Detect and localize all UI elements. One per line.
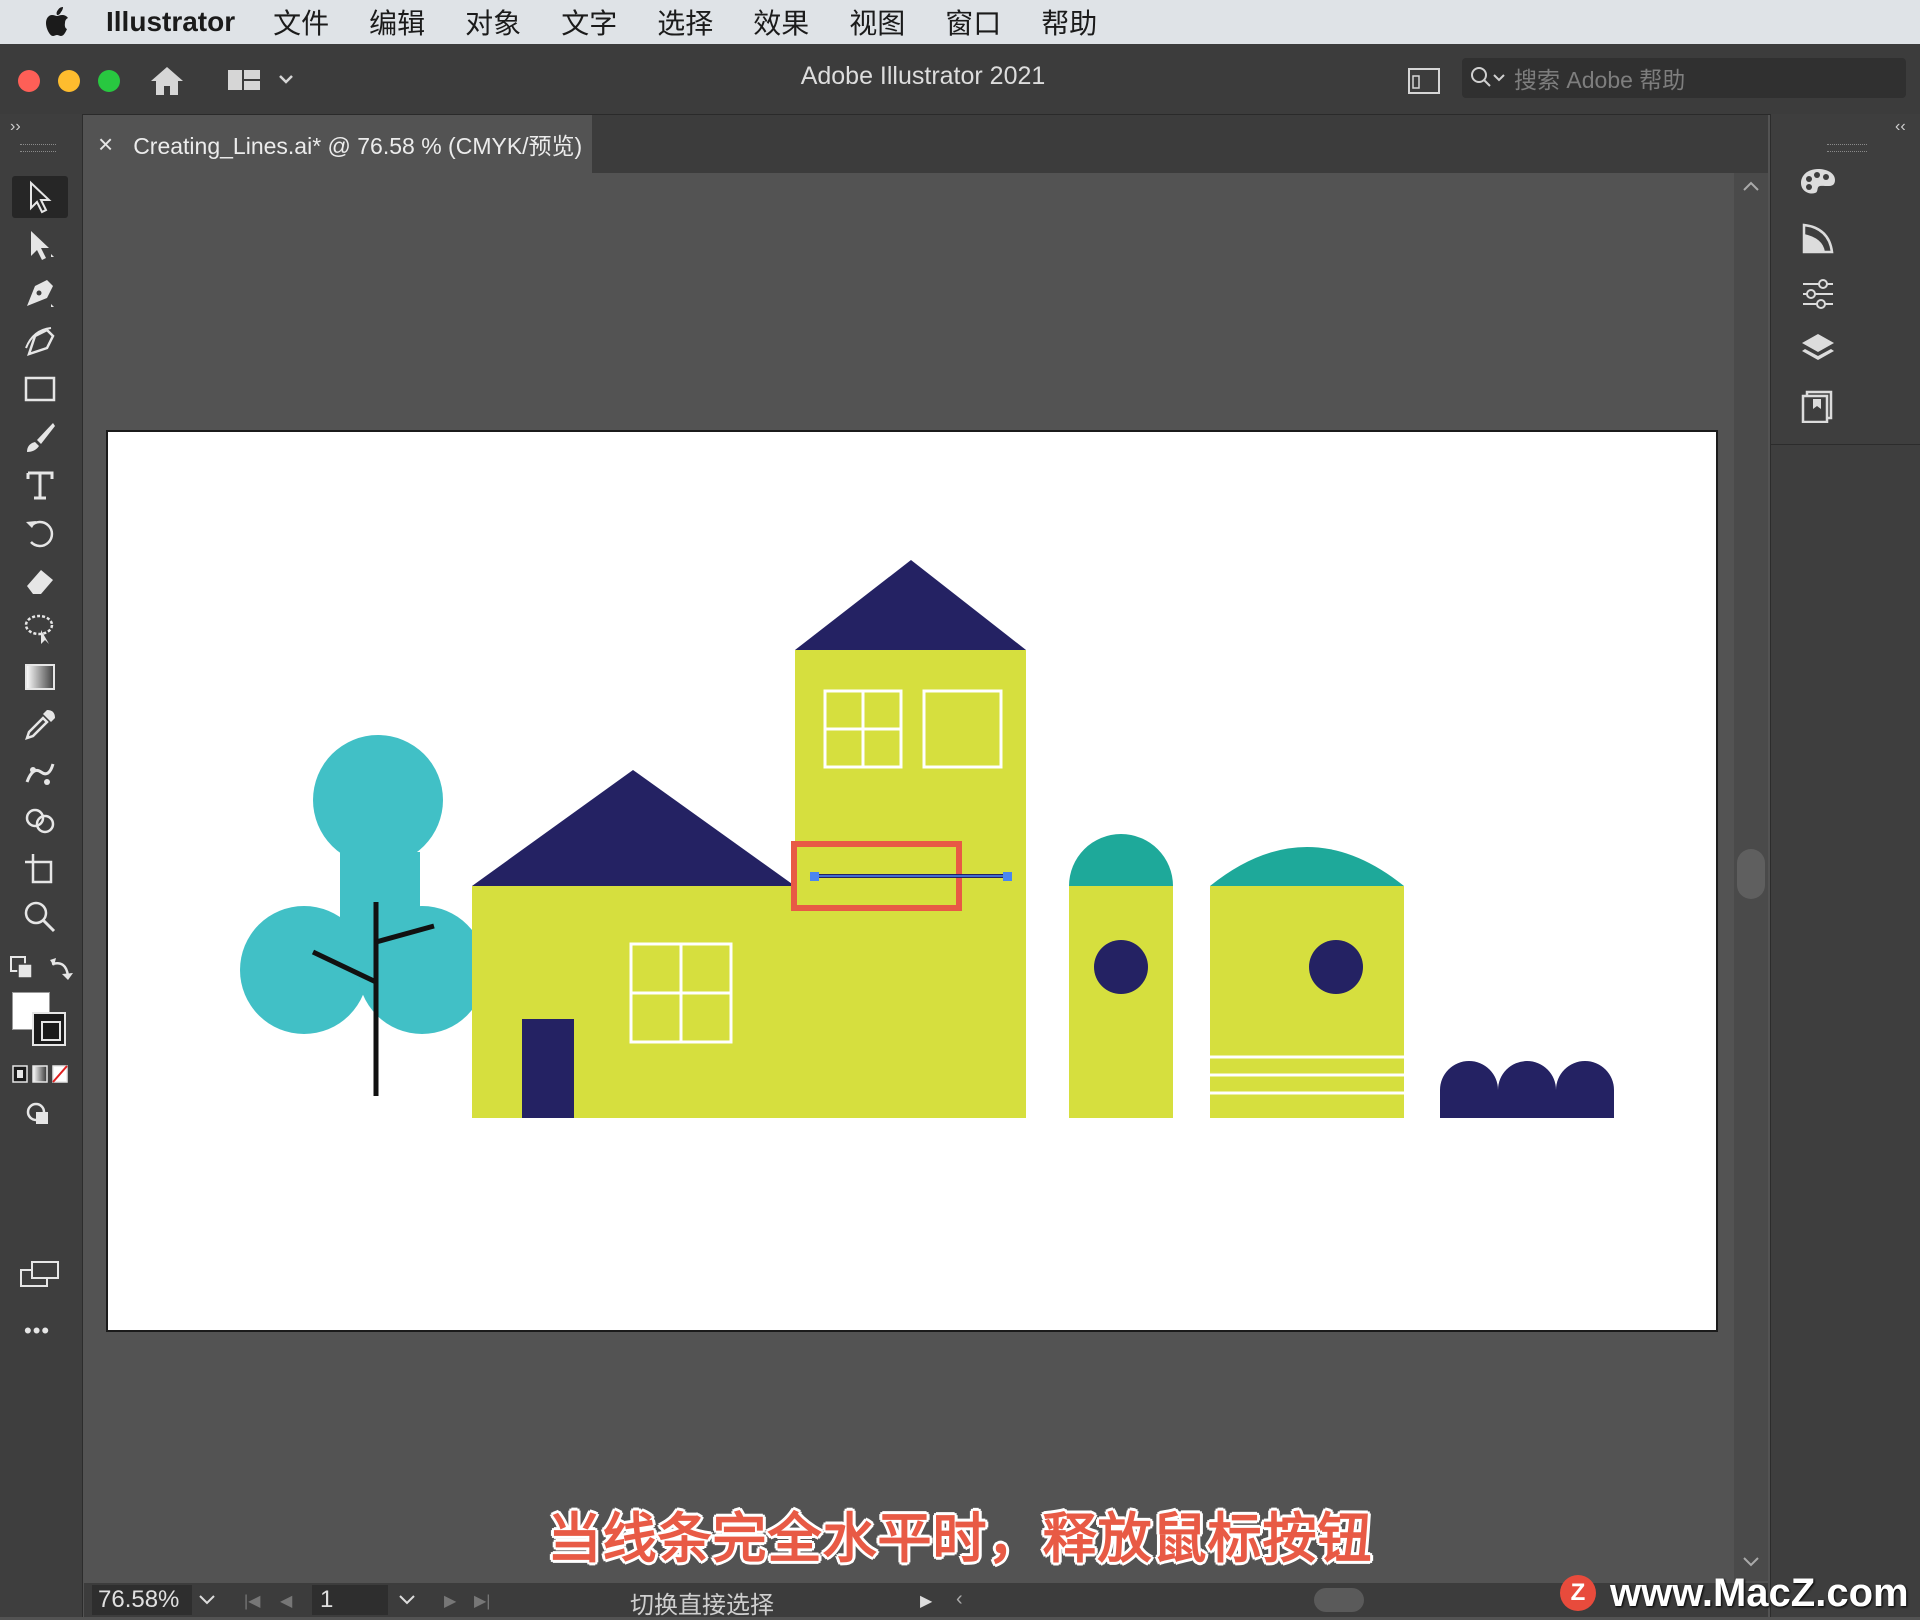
properties-icon[interactable] [1791,272,1845,316]
artboard-tool[interactable] [12,848,68,890]
watermark-text: www.MacZ.com [1610,1570,1909,1615]
small-silo[interactable] [1069,834,1173,1118]
first-artboard-icon[interactable]: |◀ [244,1591,260,1611]
panel-divider [1771,444,1920,445]
drawing-modes-icon[interactable] [24,1100,54,1135]
color-mode-icons[interactable] [12,1064,70,1089]
main-house[interactable] [472,770,795,1118]
panel-grip[interactable] [1827,144,1867,152]
artboard[interactable] [106,430,1718,1332]
search-placeholder: 搜索 Adobe 帮助 [1514,67,1686,93]
bushes[interactable] [1440,1061,1614,1118]
last-artboard-icon[interactable]: ▶| [474,1591,490,1611]
puppet-warp-tool[interactable] [12,752,68,794]
menu-select[interactable]: 选择 [657,2,713,42]
shape-builder-tool[interactable] [12,800,68,842]
paintbrush-tool[interactable] [12,416,68,458]
watermark: Z www.MacZ.com [1560,1570,1909,1616]
menu-window[interactable]: 窗口 [945,2,1001,42]
zoom-level-field[interactable]: 76.58% [92,1585,192,1615]
scroll-up-icon[interactable] [1742,179,1760,197]
status-menu-icon[interactable]: ▶ [920,1591,932,1611]
screen-mode-icon[interactable] [20,1260,60,1295]
tools-panel: ›› ••• [0,114,83,1617]
zoom-tool[interactable] [12,896,68,938]
pen-tool[interactable] [12,272,68,314]
app-title-bar: Adobe Illustrator 2021 搜索 Adobe 帮助 [0,44,1920,115]
scroll-left-icon[interactable]: ‹ [956,1588,963,1611]
menu-type[interactable]: 文字 [561,2,617,42]
menu-edit[interactable]: 编辑 [369,2,425,42]
graphic-style-icon[interactable] [1791,216,1845,260]
artboard-dropdown-icon[interactable] [398,1593,416,1611]
menu-effect[interactable]: 效果 [753,2,809,42]
eyedropper-tool[interactable] [12,704,68,746]
tower-building[interactable] [795,560,1026,1118]
apple-logo-icon[interactable] [40,5,74,39]
direct-selection-tool[interactable] [12,224,68,266]
help-search-input[interactable]: 搜索 Adobe 帮助 [1462,58,1906,98]
menu-app-name[interactable]: Illustrator [106,6,235,38]
color-palette-icon[interactable] [1791,160,1845,204]
macos-menu-bar: Illustrator 文件 编辑 对象 文字 选择 效果 视图 窗口 帮助 [0,0,1920,44]
rotate-tool[interactable] [12,512,68,554]
next-artboard-icon[interactable]: ▶ [444,1591,456,1611]
layers-icon[interactable] [1791,328,1845,372]
large-silo[interactable] [1210,847,1404,1118]
previous-artboard-icon[interactable]: ◀ [280,1591,292,1611]
eraser-tool[interactable] [12,560,68,602]
zoom-dropdown-icon[interactable] [198,1593,216,1611]
panel-toggle-icon[interactable] [1408,68,1440,99]
curvature-tool[interactable] [12,320,68,362]
menu-object[interactable]: 对象 [465,2,521,42]
default-colors-icon[interactable] [10,956,36,987]
collapse-panels-icon[interactable]: ‹‹ [1895,118,1906,136]
status-bar: 76.58% |◀ ◀ 1 ▶ ▶| 切换直接选择 ▶ ‹ [84,1583,1768,1619]
gradient-tool[interactable] [12,656,68,698]
document-tab[interactable]: × Creating_Lines.ai* @ 76.58 % (CMYK/预览) [84,115,592,173]
menu-view[interactable]: 视图 [849,2,905,42]
lasso-tool[interactable] [12,608,68,650]
type-tool[interactable] [12,464,68,506]
document-tab-title: Creating_Lines.ai* @ 76.58 % (CMYK/预览) [133,133,583,159]
menu-help[interactable]: 帮助 [1041,2,1097,42]
watermark-logo: Z [1560,1575,1596,1611]
tutorial-caption: 当线条完全水平时，释放鼠标按钮 [547,1509,1373,1569]
tree-illustration[interactable] [240,735,486,1096]
toolbar-grip[interactable] [20,144,56,152]
right-panel-dock: ‹‹ [1770,114,1920,1617]
menu-file[interactable]: 文件 [273,2,329,42]
stroke-swatch[interactable] [32,1012,66,1046]
rectangle-tool[interactable] [12,368,68,410]
vertical-scroll-thumb[interactable] [1737,849,1765,899]
status-text: 切换直接选择 [630,1592,774,1619]
artwork-canvas[interactable] [108,432,1716,1330]
close-tab-button[interactable]: × [98,129,113,160]
collapse-toolbar-icon[interactable]: ›› [10,118,21,136]
selection-tool[interactable] [12,176,68,218]
libraries-icon[interactable] [1791,384,1845,428]
artboard-number-field[interactable]: 1 [312,1585,388,1615]
horizontal-scroll-thumb[interactable] [1314,1588,1364,1612]
search-icon [1470,66,1506,90]
vertical-scrollbar[interactable] [1734,173,1768,1581]
edit-toolbar-button[interactable]: ••• [24,1318,50,1344]
swap-colors-icon[interactable] [48,956,74,987]
document-tab-bar: × Creating_Lines.ai* @ 76.58 % (CMYK/预览) [84,115,1768,173]
